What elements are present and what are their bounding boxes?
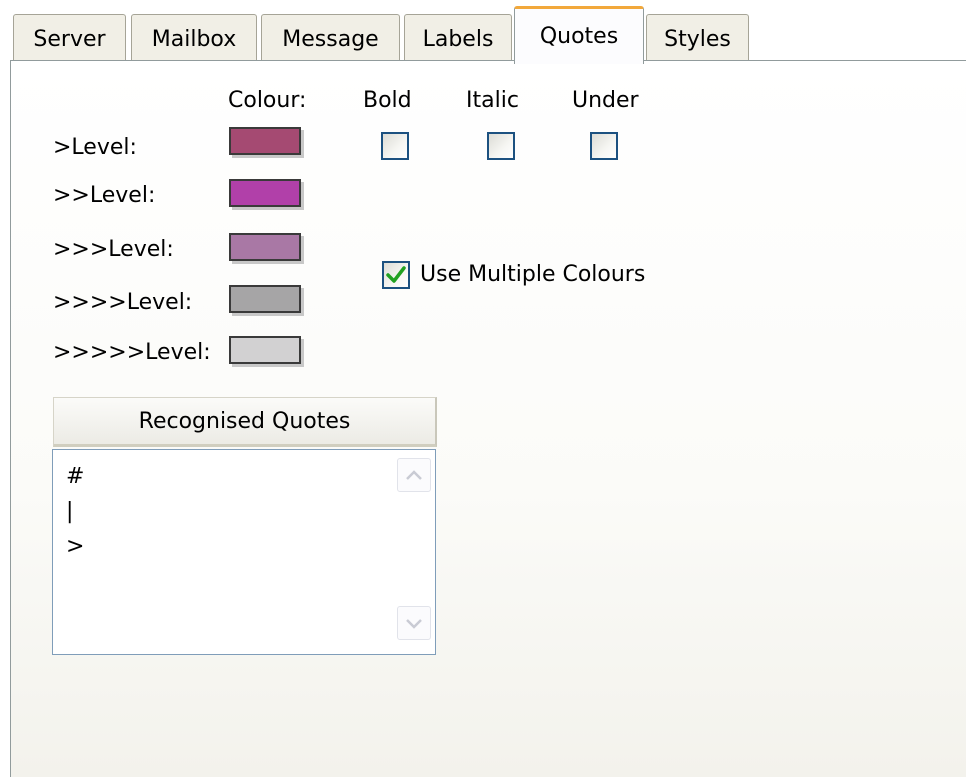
recognised-quotes-header-label: Recognised Quotes [138,408,351,434]
recognised-quotes-list[interactable]: # | > [52,449,436,655]
chevron-up-icon [406,470,422,480]
colour-column-header: Colour: [228,88,307,113]
level-2-label: >>Level: [53,183,156,208]
level-3-colour-swatch[interactable] [229,233,301,261]
tab-strip: Server Mailbox Message Labels Quotes Sty… [0,0,966,64]
list-item[interactable]: # [66,462,84,492]
level-1-colour-swatch[interactable] [229,127,301,155]
check-mark-icon [386,266,406,283]
use-multiple-colours-label[interactable]: Use Multiple Colours [420,262,645,287]
recognised-quotes-header[interactable]: Recognised Quotes [53,397,437,447]
tab-quotes[interactable]: Quotes [514,6,644,64]
tab-styles[interactable]: Styles [646,14,749,60]
tab-message-label: Message [282,27,379,52]
under-checkbox[interactable] [590,132,618,160]
level-3-label: >>>Level: [53,237,174,262]
tab-labels-label: Labels [422,27,494,52]
level-1-label: >Level: [53,135,137,160]
level-5-label: >>>>>Level: [53,340,211,365]
tab-styles-label: Styles [664,27,731,52]
tab-labels[interactable]: Labels [404,14,512,60]
use-multiple-colours-checkbox[interactable] [382,261,410,289]
tab-mailbox-label: Mailbox [151,27,237,52]
under-column-header: Under [572,88,639,113]
bold-column-header: Bold [363,88,412,113]
tab-mailbox[interactable]: Mailbox [131,14,257,60]
scroll-up-button[interactable] [397,458,431,492]
tab-server[interactable]: Server [13,14,126,60]
chevron-down-icon [406,619,422,629]
tab-quotes-label: Quotes [539,24,619,49]
tab-message[interactable]: Message [261,14,400,60]
level-5-colour-swatch[interactable] [229,336,301,364]
level-4-label: >>>>Level: [53,290,193,315]
bold-checkbox[interactable] [381,132,409,160]
italic-checkbox[interactable] [487,132,515,160]
tab-server-label: Server [33,27,106,52]
list-item[interactable]: > [66,532,84,562]
level-4-colour-swatch[interactable] [229,285,301,313]
level-2-colour-swatch[interactable] [229,179,301,207]
scroll-down-button[interactable] [397,606,431,640]
list-item[interactable]: | [66,497,73,527]
italic-column-header: Italic [466,88,519,113]
